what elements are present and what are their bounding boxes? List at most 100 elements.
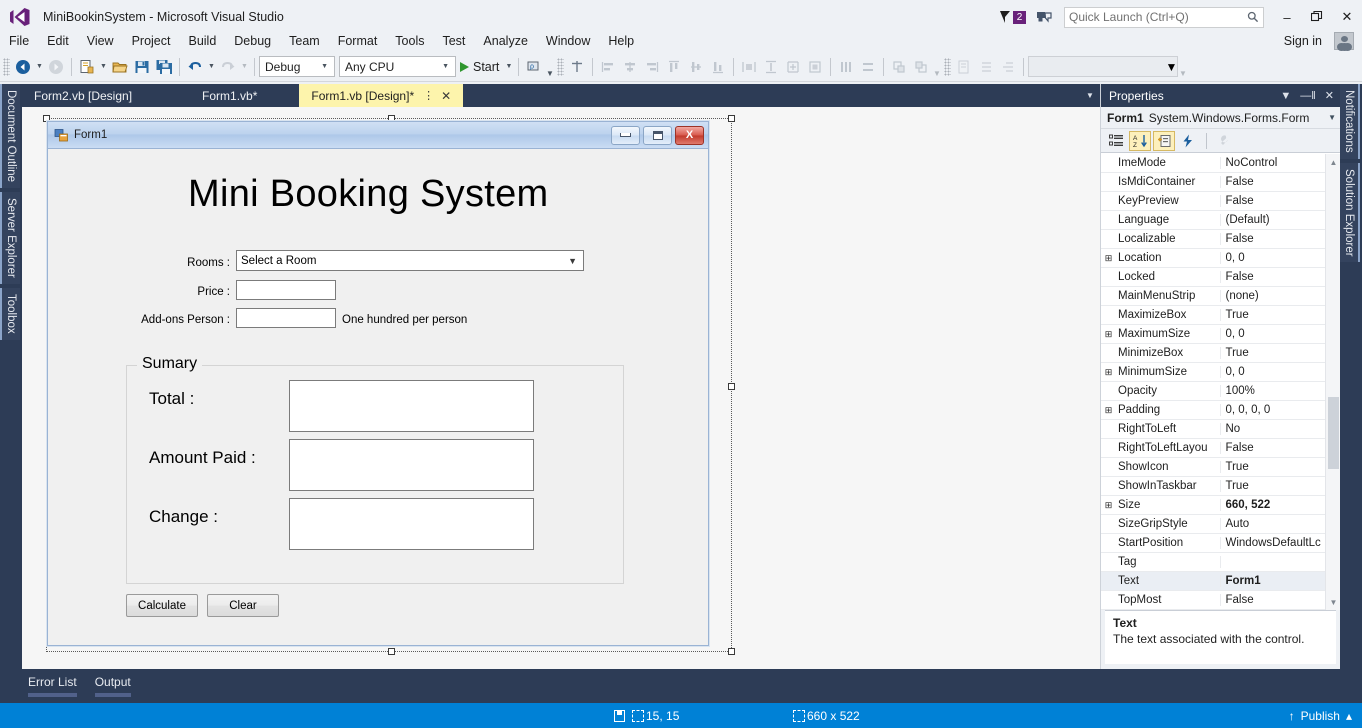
menu-project[interactable]: Project xyxy=(123,32,180,50)
property-row[interactable]: MainMenuStrip (none) xyxy=(1101,287,1340,306)
tab-output[interactable]: Output xyxy=(94,675,131,697)
expand-toggle-icon[interactable]: ⊞ xyxy=(1101,367,1116,378)
clear-button[interactable]: Clear xyxy=(207,594,279,617)
window-close-button[interactable]: ✕ xyxy=(1332,3,1362,31)
open-file-icon[interactable] xyxy=(109,56,131,78)
solution-platform-combo[interactable]: Any CPU ▼ xyxy=(339,56,456,77)
publish-chevron-icon[interactable]: ▴ xyxy=(1346,709,1352,723)
property-value[interactable]: WindowsDefaultLc xyxy=(1221,537,1341,549)
expand-toggle-icon[interactable]: ⊞ xyxy=(1101,405,1116,416)
chevron-down-icon[interactable]: ▼ xyxy=(1324,113,1336,122)
menu-team[interactable]: Team xyxy=(280,32,329,50)
sidebar-item-toolbox[interactable]: Toolbox xyxy=(0,287,20,340)
toolbar-overflow-icon[interactable]: ▼ xyxy=(545,56,554,78)
property-value[interactable]: 100% xyxy=(1221,385,1341,397)
tab-error-list[interactable]: Error List xyxy=(28,675,77,697)
menu-debug[interactable]: Debug xyxy=(225,32,280,50)
scrollbar-thumb[interactable] xyxy=(1328,397,1339,469)
undo-icon[interactable] xyxy=(184,56,206,78)
property-value[interactable]: False xyxy=(1221,442,1341,454)
layout-toolbar-grip[interactable] xyxy=(944,57,952,76)
menu-edit[interactable]: Edit xyxy=(38,32,78,50)
form-minimize-button[interactable] xyxy=(611,125,640,145)
menu-help[interactable]: Help xyxy=(599,32,643,50)
property-value[interactable]: False xyxy=(1221,271,1341,283)
property-value[interactable]: NoControl xyxy=(1221,157,1341,169)
property-row[interactable]: ShowInTaskbar True xyxy=(1101,477,1340,496)
expand-toggle-icon[interactable]: ⊞ xyxy=(1101,500,1116,511)
winforms-form-preview[interactable]: Form1 X Mini Booking System Rooms : Sele… xyxy=(47,121,709,646)
sidebar-item-document-outline[interactable]: Document Outline xyxy=(0,84,20,189)
change-input[interactable] xyxy=(289,498,534,550)
attach-to-process-icon[interactable]: ρ xyxy=(523,56,545,78)
expand-toggle-icon[interactable]: ⊞ xyxy=(1101,329,1116,340)
scroll-up-arrow[interactable]: ▲ xyxy=(1326,154,1340,170)
properties-grid[interactable]: ImeMode NoControl IsMdiContainer False KeyPr… xyxy=(1101,153,1340,610)
menu-analyze[interactable]: Analyze xyxy=(474,32,536,50)
format-target-combo[interactable]: ▼ xyxy=(1028,56,1179,77)
resize-handle-se[interactable] xyxy=(728,648,735,655)
resize-handle-ne[interactable] xyxy=(728,115,735,122)
sidebar-item-solution-explorer[interactable]: Solution Explorer xyxy=(1340,162,1360,263)
property-row[interactable]: Tag xyxy=(1101,553,1340,572)
property-row[interactable]: KeyPreview False xyxy=(1101,192,1340,211)
align-to-grid-icon[interactable] xyxy=(566,56,588,78)
quick-launch-input[interactable]: Quick Launch (Ctrl+Q) xyxy=(1064,6,1264,28)
property-row[interactable]: ShowIcon True xyxy=(1101,458,1340,477)
properties-object-selector[interactable]: Form1 System.Windows.Forms.Form ▼ xyxy=(1101,107,1340,129)
form-close-button[interactable]: X xyxy=(675,125,704,145)
categorized-view-icon[interactable] xyxy=(1105,131,1127,151)
property-value[interactable]: False xyxy=(1221,594,1341,606)
property-value[interactable]: 0, 0 xyxy=(1221,366,1341,378)
price-input[interactable] xyxy=(236,280,336,300)
pin-icon[interactable]: ⋮ xyxy=(423,89,434,102)
chevron-down-icon[interactable]: ▼ xyxy=(1280,90,1291,102)
alphabetical-sort-icon[interactable]: A Z xyxy=(1129,130,1151,151)
tab-form1-design[interactable]: Form1.vb [Design]* ⋮ ✕ xyxy=(299,84,464,107)
property-value[interactable]: False xyxy=(1221,195,1341,207)
menu-view[interactable]: View xyxy=(78,32,123,50)
property-value[interactable]: (none) xyxy=(1221,290,1341,302)
property-row[interactable]: Language (Default) xyxy=(1101,211,1340,230)
property-row[interactable]: ⊞ MaximumSize 0, 0 xyxy=(1101,325,1340,344)
calculate-button[interactable]: Calculate xyxy=(126,594,198,617)
property-row[interactable]: Localizable False xyxy=(1101,230,1340,249)
property-value[interactable]: Form1 xyxy=(1221,575,1341,587)
property-value[interactable]: 0, 0 xyxy=(1221,328,1341,340)
property-value[interactable]: True xyxy=(1221,347,1341,359)
rooms-combobox[interactable]: Select a Room ▼ xyxy=(236,250,584,271)
start-dropdown[interactable]: ▼ xyxy=(503,56,514,78)
property-row[interactable]: StartPosition WindowsDefaultLc xyxy=(1101,534,1340,553)
property-row[interactable]: Text Form1 xyxy=(1101,572,1340,591)
menu-file[interactable]: File xyxy=(0,32,38,50)
property-row[interactable]: ⊞ Size 660, 522 xyxy=(1101,496,1340,515)
total-input[interactable] xyxy=(289,380,534,432)
menu-tools[interactable]: Tools xyxy=(386,32,433,50)
property-row[interactable]: RightToLeftLayou False xyxy=(1101,439,1340,458)
navigate-back-dropdown[interactable]: ▼ xyxy=(34,56,45,78)
property-row[interactable]: TopMost False xyxy=(1101,591,1340,610)
property-value[interactable]: False xyxy=(1221,233,1341,245)
start-debug-button[interactable]: Start xyxy=(456,56,503,78)
new-project-icon[interactable] xyxy=(76,56,98,78)
form-designer-surface[interactable]: Form1 X Mini Booking System Rooms : Sele… xyxy=(22,107,1100,669)
sidebar-item-server-explorer[interactable]: Server Explorer xyxy=(0,192,20,284)
property-value[interactable]: True xyxy=(1221,309,1341,321)
close-icon[interactable]: ✕ xyxy=(1325,89,1334,102)
property-row[interactable]: Locked False xyxy=(1101,268,1340,287)
menu-test[interactable]: Test xyxy=(433,32,474,50)
amount-paid-input[interactable] xyxy=(289,439,534,491)
save-icon[interactable] xyxy=(131,56,153,78)
sign-in-link[interactable]: Sign in xyxy=(1276,32,1330,50)
events-lightning-icon[interactable] xyxy=(1177,131,1199,151)
addons-person-input[interactable] xyxy=(236,308,336,328)
property-value[interactable]: 0, 0, 0, 0 xyxy=(1221,404,1341,416)
tab-form2-design[interactable]: Form2.vb [Design] xyxy=(22,84,144,107)
property-value[interactable]: False xyxy=(1221,176,1341,188)
feedback-icon[interactable] xyxy=(1036,9,1054,25)
property-row[interactable]: SizeGripStyle Auto xyxy=(1101,515,1340,534)
property-value[interactable]: 0, 0 xyxy=(1221,252,1341,264)
property-row[interactable]: IsMdiContainer False xyxy=(1101,173,1340,192)
navigate-back-icon[interactable] xyxy=(12,56,34,78)
form-maximize-button[interactable] xyxy=(643,125,672,145)
